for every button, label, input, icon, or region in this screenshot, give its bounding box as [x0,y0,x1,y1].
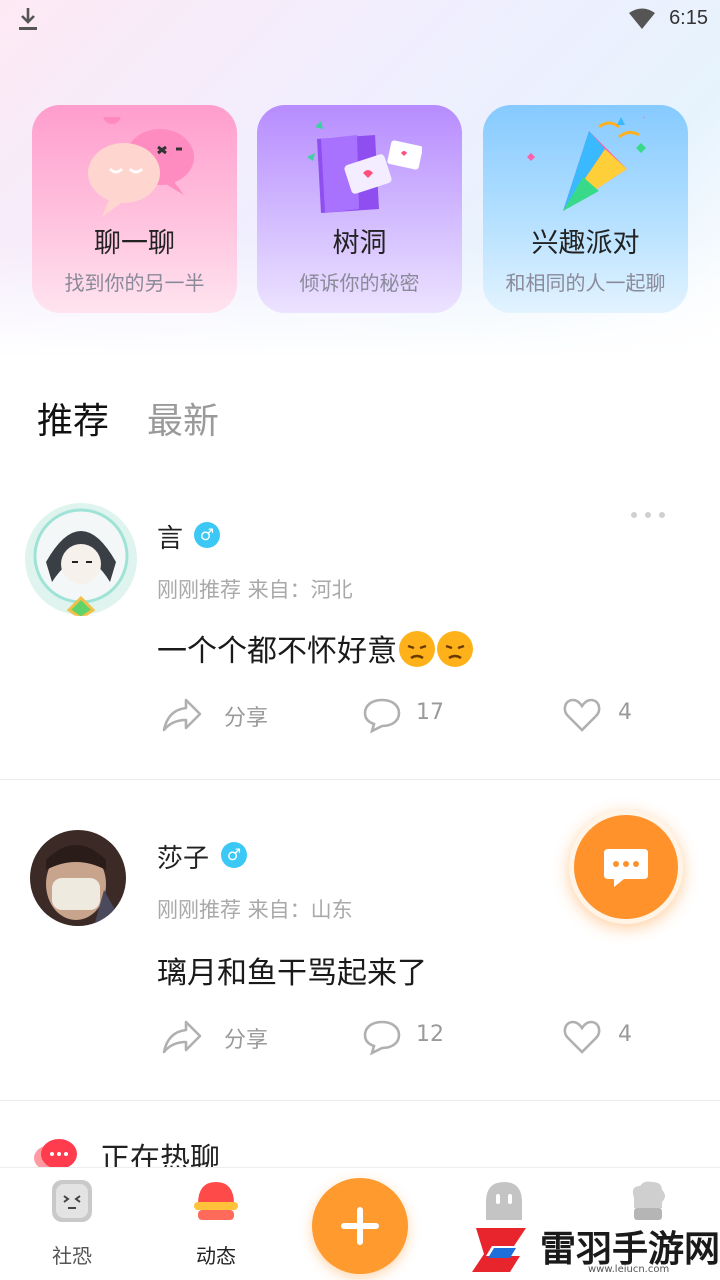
hot-chat-section: 正在热聊 [0,1130,720,1177]
heart-icon [563,1020,601,1054]
card-subtitle: 找到你的另一半 [64,271,205,295]
male-icon: ♂ [221,842,247,868]
avatar[interactable] [24,502,138,616]
red-dome-icon [194,1182,238,1220]
unamused-emoji-icon [399,631,435,667]
male-icon: ♂ [194,522,220,548]
tab-recommended[interactable]: 推荐 [37,392,109,444]
more-options-icon[interactable] [628,510,668,520]
post-text: 一个个都不怀好意 [157,634,397,669]
card-interest-party[interactable]: 兴趣派对 和相同的人一起聊 [483,105,688,313]
like-count: 4 [618,1022,632,1047]
watermark: 雷羽手游网 www.leiucn.com [470,1218,720,1280]
card-subtitle: 倾诉你的秘密 [299,271,420,295]
post-content: 一个个都不怀好意 [157,626,473,670]
comment-icon [363,698,401,734]
feature-cards: 聊一聊 找到你的另一半 树洞 倾诉你的秘密 兴趣派对 和相同的人一起聊 [32,105,688,313]
post-meta: 刚刚推荐 来自：河北 [157,578,353,602]
post-content: 璃月和鱼干骂起来了 [157,948,427,992]
status-time: 6:15 [669,7,708,29]
floating-message-button[interactable] [569,810,683,924]
heart-icon [563,698,601,732]
plus-icon [341,1207,379,1245]
nav-label: 动态 [196,1244,236,1268]
watermark-logo-icon [472,1228,526,1272]
post-actions: 分享 17 4 [160,694,640,738]
card-title: 树洞 [332,228,387,259]
card-subtitle: 和相同的人一起聊 [505,271,666,295]
comment-count: 12 [416,1022,444,1047]
add-post-button[interactable] [312,1178,408,1274]
like-count: 4 [618,700,632,725]
nav-item-feed[interactable]: 动态 [176,1178,256,1274]
card-title: 聊一聊 [94,228,175,259]
card-tree-hole[interactable]: 树洞 倾诉你的秘密 [257,105,462,313]
wifi-icon [629,8,655,29]
status-bar: 6:15 [0,0,720,40]
message-icon [604,849,648,887]
party-popper-icon [527,117,646,211]
share-icon [162,698,202,732]
nav-item-social[interactable]: 社恐 [32,1178,112,1274]
share-button[interactable]: 分享 [160,1016,290,1060]
post-text: 璃月和鱼干骂起来了 [157,956,427,991]
comment-button[interactable]: 12 [362,1016,462,1060]
post-username[interactable]: 言 [157,518,183,555]
tree-hole-box-icon [307,121,422,213]
share-button[interactable]: 分享 [160,694,290,738]
post-username[interactable]: 莎子 [157,838,209,875]
comment-button[interactable]: 17 [362,694,462,738]
share-icon [162,1020,202,1054]
comment-count: 17 [416,700,444,725]
card-chat[interactable]: 聊一聊 找到你的另一半 [32,105,237,313]
chat-bubbles-icon [88,117,194,217]
post-meta: 刚刚推荐 来自：山东 [157,898,353,922]
comment-icon [363,1020,401,1056]
nav-label: 社恐 [52,1244,92,1268]
tab-latest[interactable]: 最新 [147,392,219,444]
face-block-icon [52,1180,92,1222]
like-button[interactable]: 4 [562,1016,642,1060]
post-card[interactable]: 言 ♂ 刚刚推荐 来自：河北 一个个都不怀好意 分享 17 4 [0,488,720,778]
like-button[interactable]: 4 [562,694,642,738]
download-icon [19,8,37,30]
divider [0,1100,720,1101]
avatar[interactable] [30,830,126,926]
share-label: 分享 [224,1028,269,1053]
post-actions: 分享 12 4 [160,1016,640,1060]
card-title: 兴趣派对 [531,228,640,259]
share-label: 分享 [224,706,269,731]
unamused-emoji-icon [437,631,473,667]
watermark-url: www.leiucn.com [588,1264,670,1275]
